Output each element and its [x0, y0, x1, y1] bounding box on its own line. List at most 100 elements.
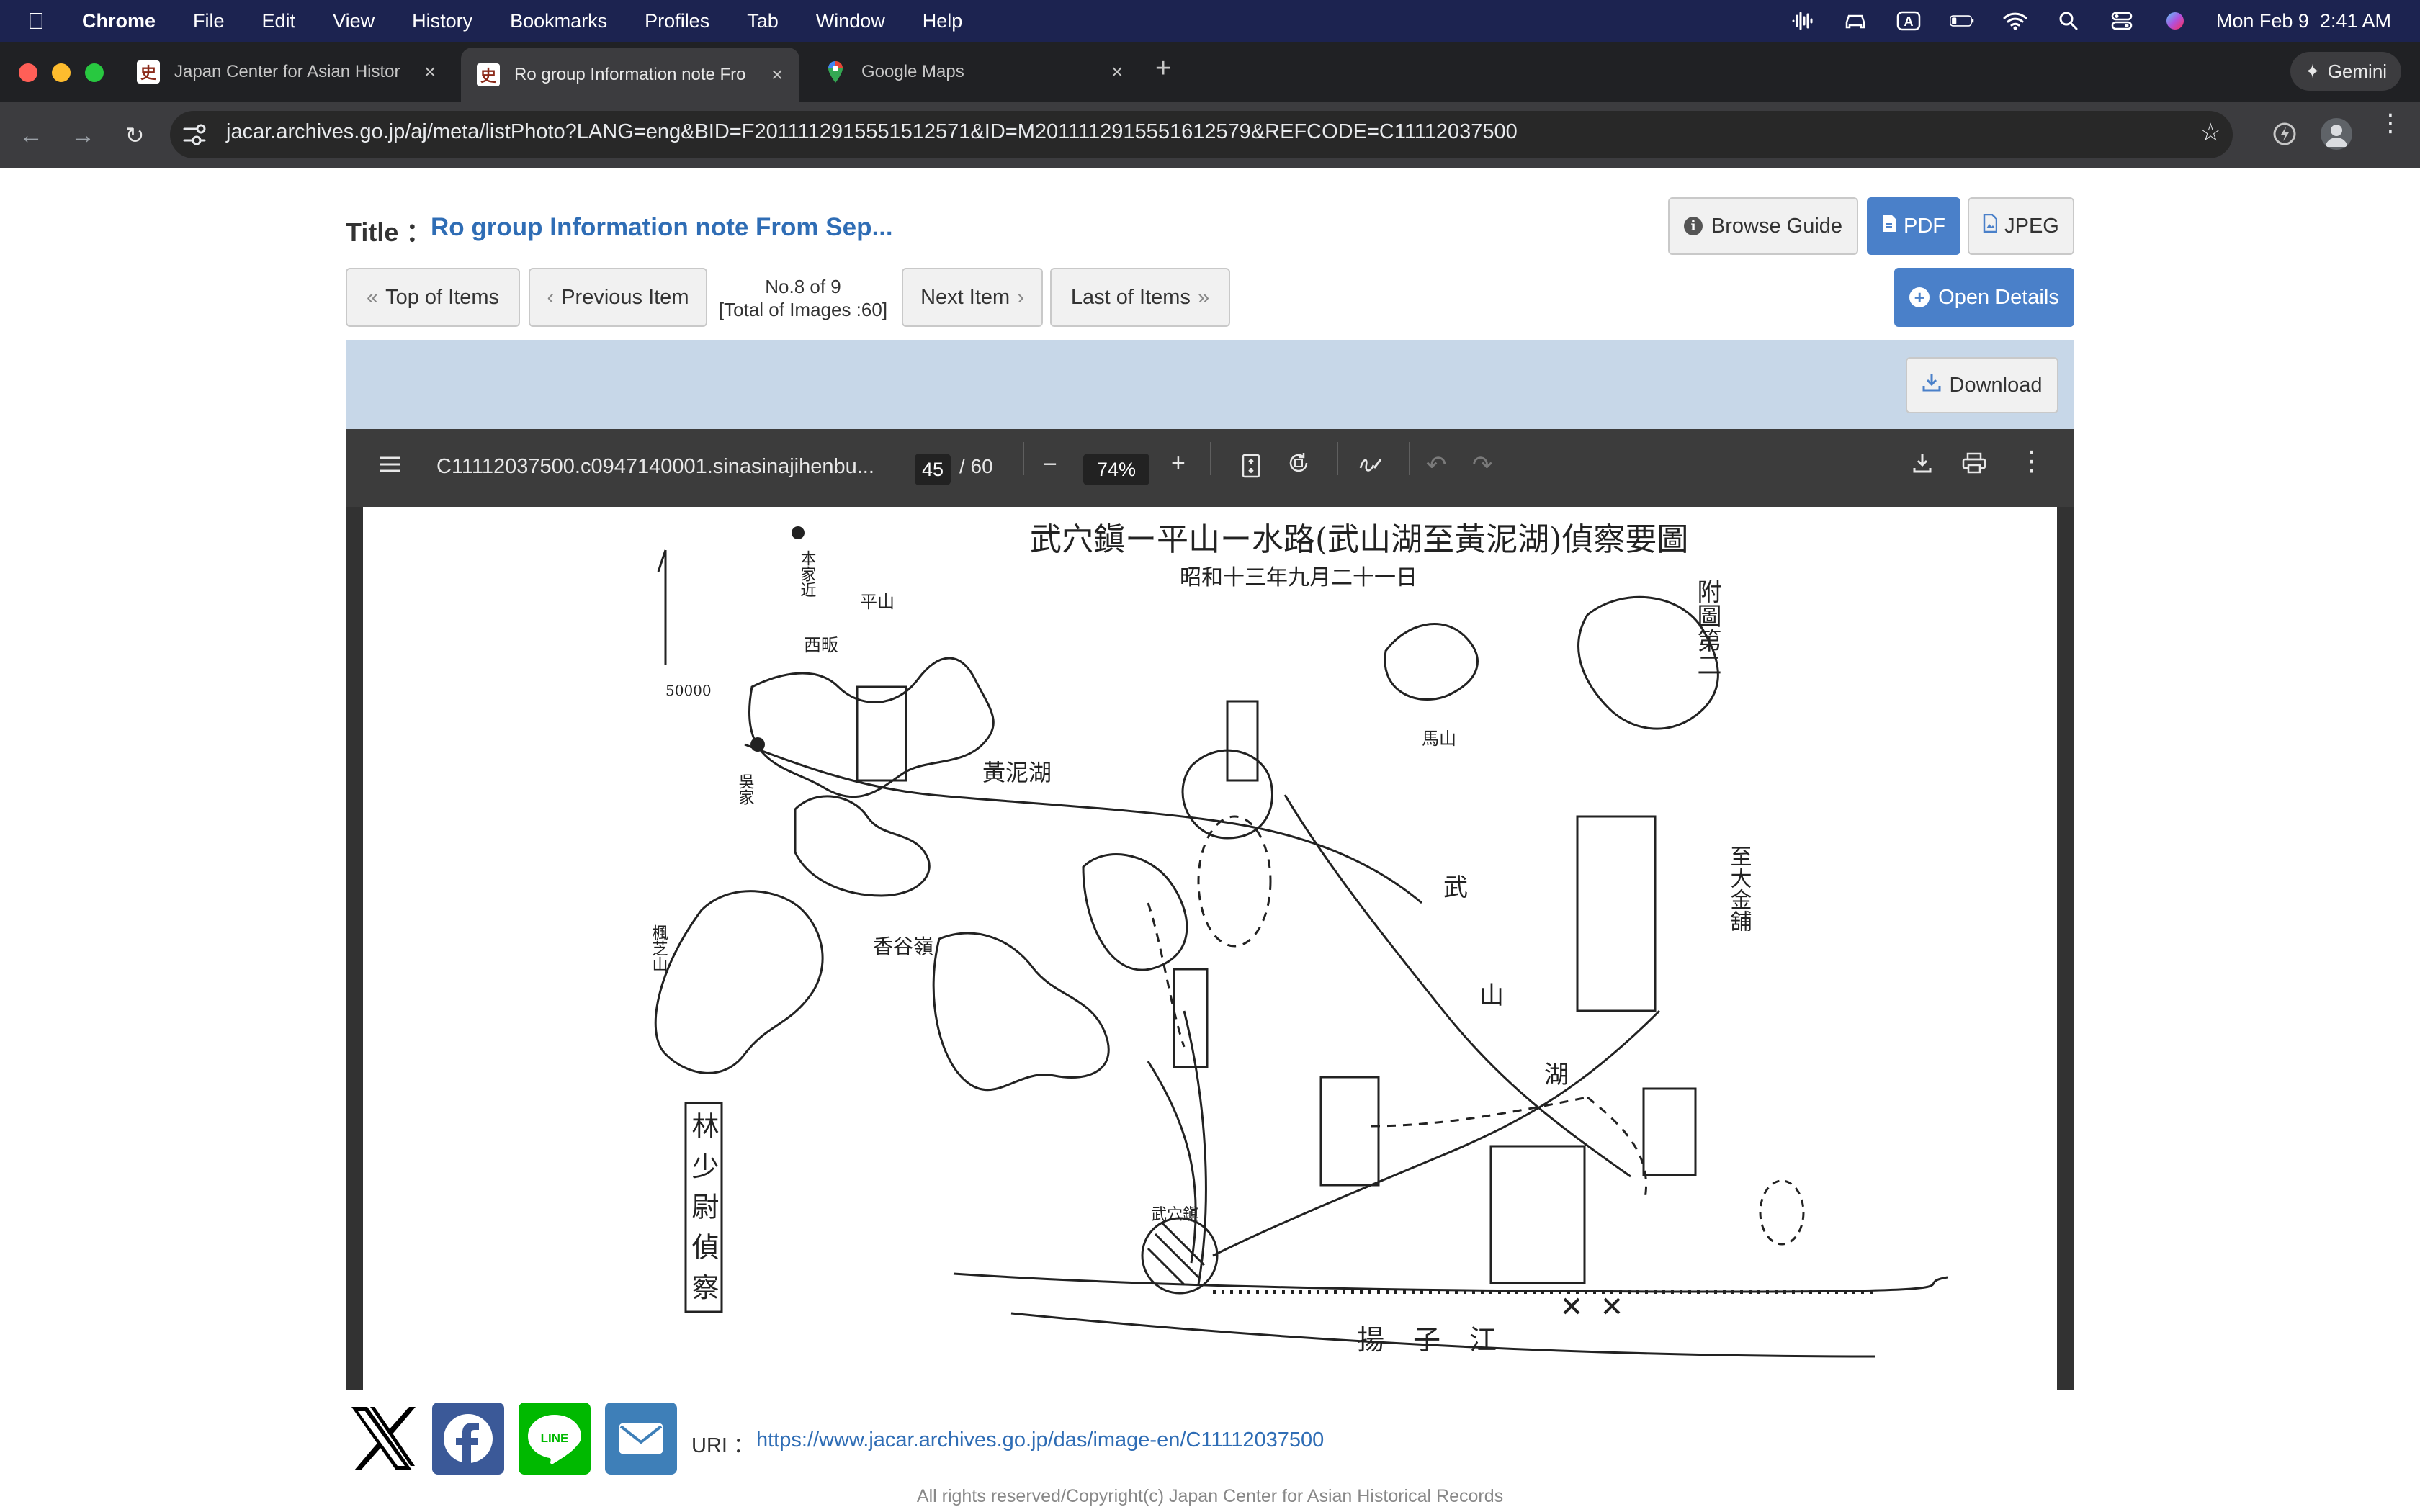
menu-app-chrome[interactable]: Chrome: [82, 10, 156, 32]
jacar-favicon-icon: 史: [477, 63, 500, 86]
siri-icon[interactable]: [2163, 11, 2187, 31]
open-details-button[interactable]: + Open Details: [1894, 268, 2074, 327]
share-email-button[interactable]: [605, 1403, 677, 1475]
tab-close-icon[interactable]: ×: [766, 63, 788, 86]
reload-icon[interactable]: ↻: [118, 119, 151, 152]
uri-label: URI ：: [691, 1434, 755, 1457]
download-button[interactable]: Download: [1906, 357, 2058, 413]
map-pin-icon: [824, 60, 847, 84]
car-icon[interactable]: [1843, 11, 1868, 31]
pdf-zoom-input[interactable]: 74%: [1083, 454, 1150, 485]
control-center-icon[interactable]: [2110, 11, 2134, 31]
top-of-items-button[interactable]: « Top of Items: [346, 268, 520, 327]
pdf-filename: C11112037500.c0947140001.sinasinajihenbu…: [436, 455, 874, 478]
menu-file[interactable]: File: [193, 10, 225, 32]
spotlight-search-icon[interactable]: [2056, 11, 2081, 31]
apple-icon[interactable]: : [27, 8, 45, 35]
jpeg-button[interactable]: JPEG: [1968, 197, 2074, 255]
double-chevron-right-icon: »: [1197, 285, 1210, 309]
extension-icon[interactable]: [2270, 120, 2299, 148]
window-minimize-button[interactable]: [52, 63, 71, 82]
chrome-menu-kebab-icon[interactable]: ⋮: [2378, 111, 2403, 135]
tab-title: Japan Center for Asian Histor: [174, 62, 400, 81]
next-item-button[interactable]: Next Item ›: [902, 268, 1043, 327]
annotate-pen-icon[interactable]: [1358, 452, 1383, 480]
pdf-download-icon[interactable]: [1912, 452, 1933, 480]
svg-text:A: A: [1904, 14, 1913, 29]
zoom-out-icon[interactable]: −: [1043, 451, 1057, 479]
tab-title: Google Maps: [861, 62, 964, 81]
bookmark-star-icon[interactable]: ☆: [2200, 118, 2221, 147]
input-source-icon[interactable]: A: [1896, 11, 1921, 31]
menu-tab[interactable]: Tab: [747, 10, 779, 32]
pdf-button[interactable]: PDF: [1867, 197, 1960, 255]
reconnaissance-map-image: 武穴鎭ー平山ー水路(武山湖至黃泥湖)偵察要圖 昭和十三年九月二十一日 附圖第二 …: [650, 521, 1948, 1358]
file-pdf-icon: [1882, 214, 1896, 238]
menu-view[interactable]: View: [333, 10, 375, 32]
pdf-page-total: / 60: [959, 455, 993, 477]
undo-icon[interactable]: ↶: [1426, 451, 1447, 480]
share-facebook-button[interactable]: [432, 1403, 504, 1475]
map-label-huangni-lake: 黃泥湖: [982, 759, 1052, 786]
url-text[interactable]: jacar.archives.go.jp/aj/meta/listPhoto?L…: [226, 120, 1518, 144]
map-label-benjiajin: 本家近: [798, 550, 817, 598]
tab-close-icon[interactable]: ×: [1106, 60, 1128, 84]
toolbar-divider: [1337, 442, 1338, 475]
line-logo-icon: LINE: [528, 1415, 581, 1464]
document-title-link[interactable]: Ro group Information note From Sep...: [431, 213, 893, 242]
envelope-icon: [619, 1423, 663, 1454]
permalink-uri[interactable]: https://www.jacar.archives.go.jp/das/ima…: [756, 1428, 1324, 1452]
map-label-hu: 湖: [1544, 1061, 1569, 1089]
file-image-icon: [1983, 213, 1998, 238]
menu-window[interactable]: Window: [816, 10, 885, 32]
battery-icon[interactable]: [1949, 11, 1974, 31]
print-icon[interactable]: [1962, 452, 1986, 480]
macos-menu-bar:  Chrome File Edit View History Bookmark…: [0, 0, 2420, 42]
tab-jacar-home[interactable]: 史 Japan Center for Asian Histor ×: [121, 50, 452, 94]
window-close-button[interactable]: [19, 63, 37, 82]
map-label-pingshan: 平山: [860, 592, 895, 612]
download-toolbar: [346, 340, 2074, 429]
share-x-button[interactable]: [346, 1403, 418, 1475]
gemini-button[interactable]: ✦ Gemini: [2290, 52, 2401, 91]
audio-waveform-icon[interactable]: [1790, 11, 1814, 31]
map-signature: 林少尉偵察: [687, 1112, 719, 1313]
wifi-icon[interactable]: [2003, 11, 2027, 31]
menu-profiles[interactable]: Profiles: [645, 10, 709, 32]
profile-avatar[interactable]: [2321, 118, 2352, 150]
map-label-mashan: 馬山: [1422, 729, 1456, 749]
forward-arrow-icon[interactable]: →: [66, 119, 99, 152]
menu-bookmarks[interactable]: Bookmarks: [510, 10, 607, 32]
double-chevron-left-icon: «: [366, 285, 379, 309]
window-zoom-button[interactable]: [85, 63, 104, 82]
site-info-icon[interactable]: [182, 122, 209, 148]
redo-icon[interactable]: ↷: [1472, 451, 1493, 480]
menu-history[interactable]: History: [412, 10, 472, 32]
map-title: 武穴鎭ー平山ー水路(武山湖至黃泥湖)偵察要圖: [1030, 521, 1688, 558]
last-of-items-button[interactable]: Last of Items »: [1050, 268, 1230, 327]
pdf-more-options-icon[interactable]: ⋮: [2018, 445, 2045, 477]
hamburger-menu-icon[interactable]: [377, 454, 403, 482]
map-label-wu: 武: [1443, 873, 1468, 902]
x-logo-icon: [351, 1407, 416, 1470]
pdf-page-input[interactable]: 45: [915, 454, 951, 485]
tab-google-maps[interactable]: Google Maps ×: [808, 50, 1139, 94]
menu-edit[interactable]: Edit: [262, 10, 296, 32]
map-label-fengzhi: 楓芝山: [650, 924, 668, 972]
previous-item-button[interactable]: ‹ Previous Item: [529, 268, 707, 327]
menu-help[interactable]: Help: [923, 10, 963, 32]
rotate-icon[interactable]: [1286, 451, 1311, 482]
fit-to-page-icon[interactable]: [1242, 454, 1260, 485]
back-arrow-icon[interactable]: ←: [14, 119, 48, 152]
jacar-favicon-icon: 史: [137, 60, 160, 84]
item-counter: No.8 of 9 [Total of Images :60]: [718, 276, 888, 320]
map-label-xifan: 西畈: [804, 635, 838, 655]
tab-ro-group-note[interactable]: 史 Ro group Information note Fro ×: [461, 48, 799, 102]
share-line-button[interactable]: LINE: [519, 1403, 591, 1475]
zoom-in-icon[interactable]: +: [1171, 449, 1186, 477]
tab-title: Ro group Information note Fro: [514, 65, 746, 84]
browse-guide-button[interactable]: i Browse Guide: [1668, 197, 1858, 255]
new-tab-plus-icon[interactable]: +: [1155, 53, 1171, 84]
menu-clock[interactable]: Mon Feb 9 2:41 AM: [2216, 10, 2391, 32]
tab-close-icon[interactable]: ×: [419, 60, 441, 84]
